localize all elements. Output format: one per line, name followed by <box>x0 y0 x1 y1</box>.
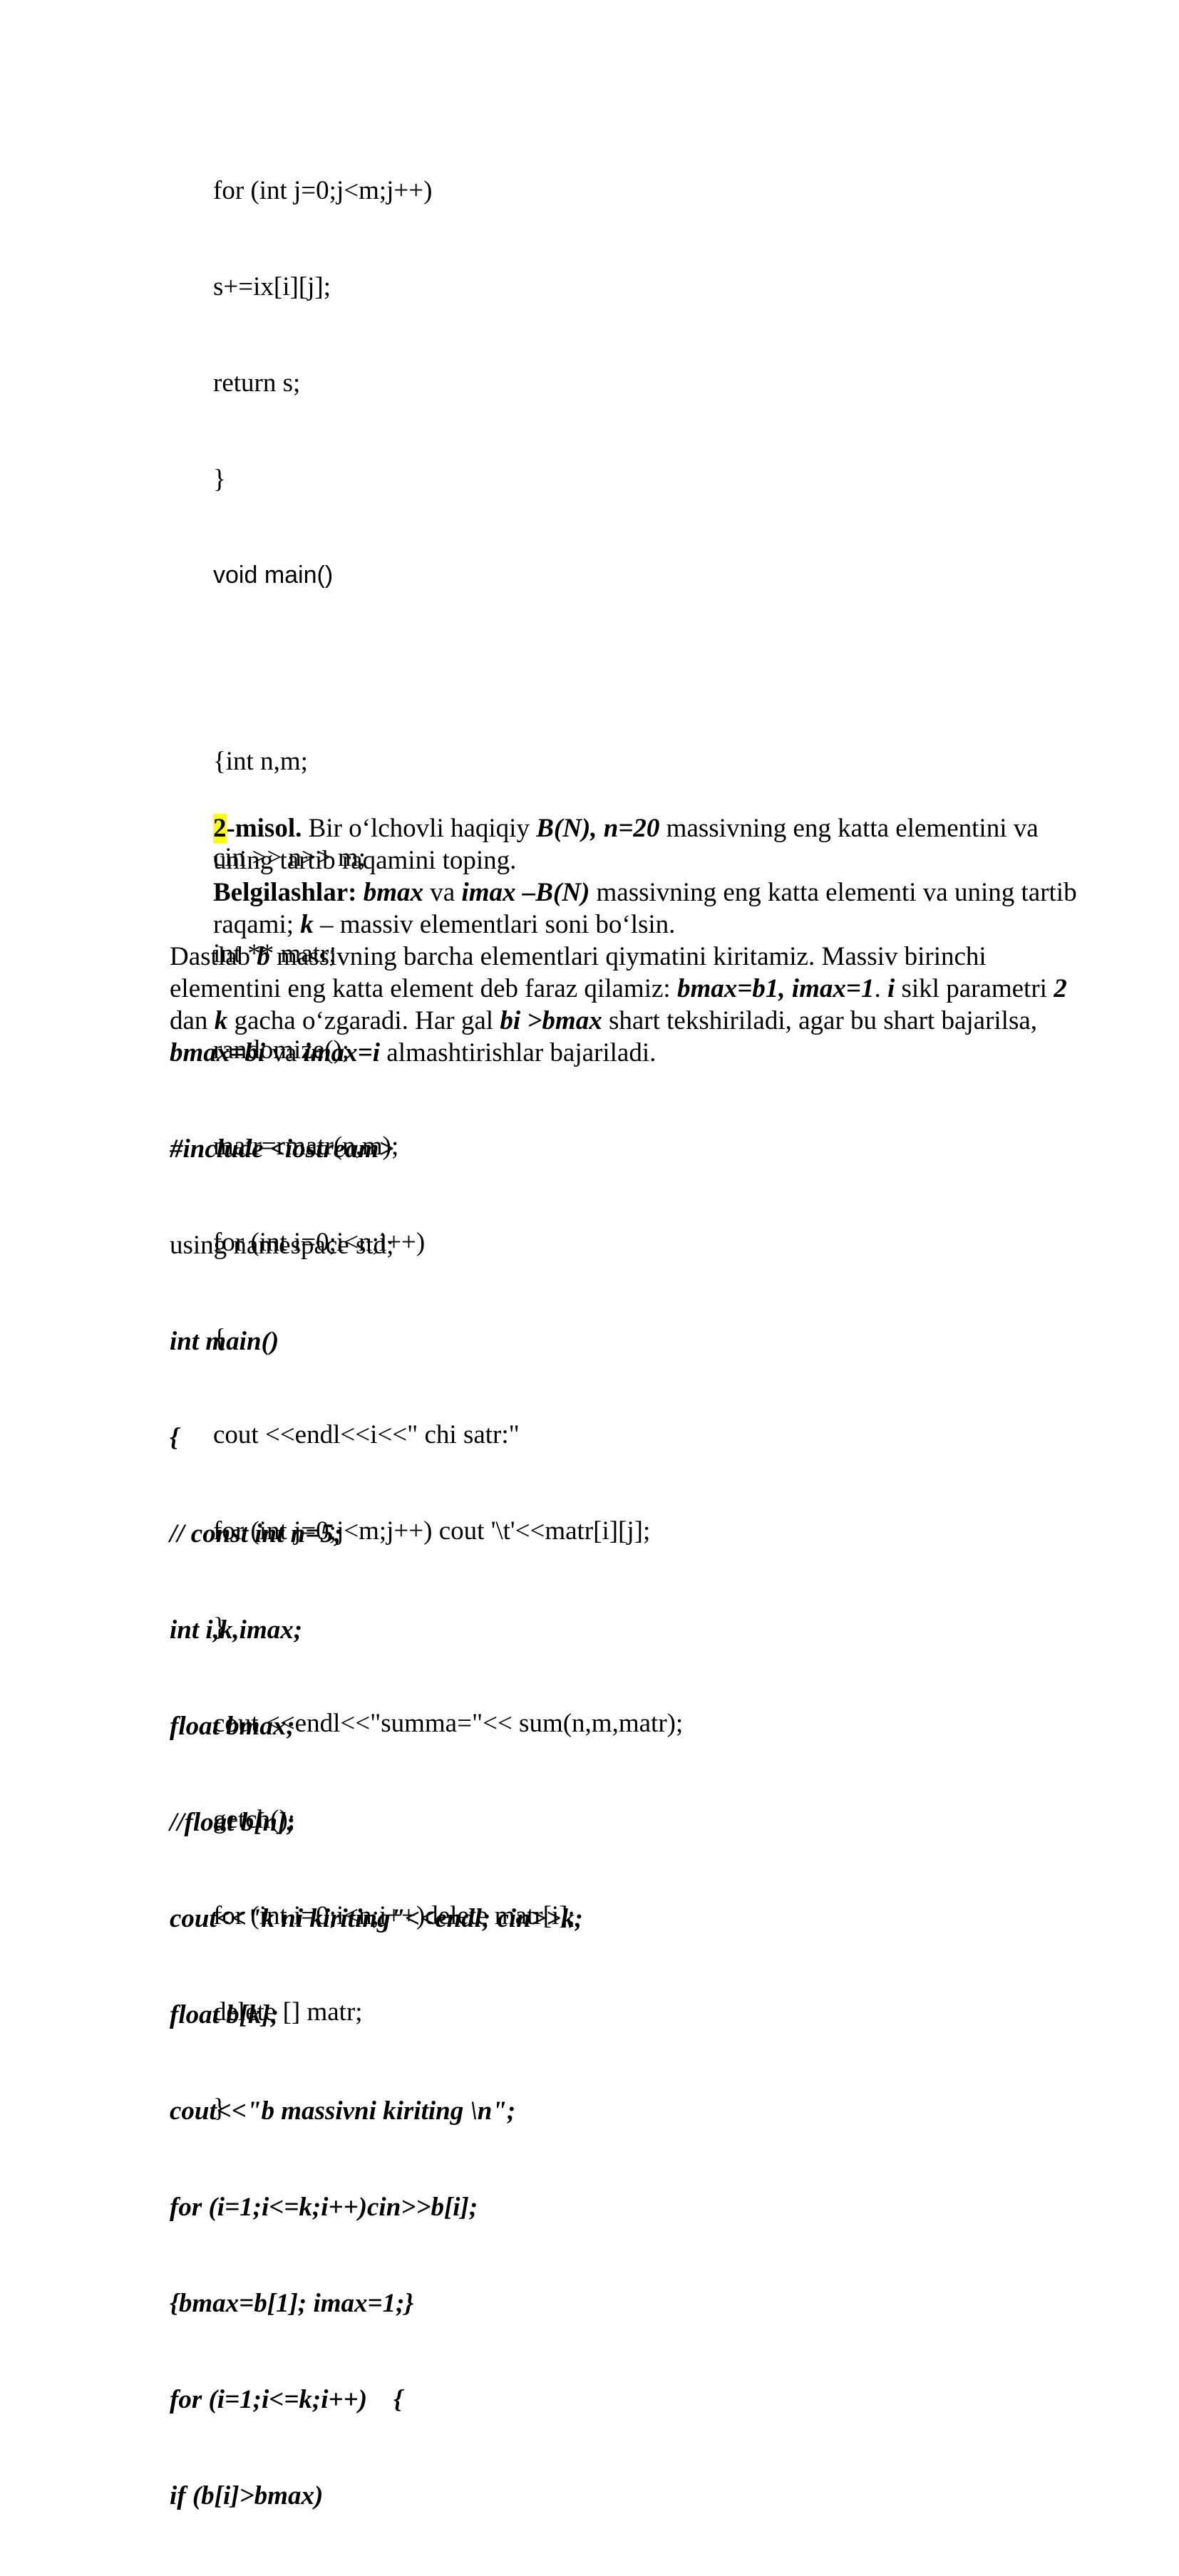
code-line: {bmax=b[1]; imax=1;} <box>170 2289 414 2318</box>
code-line: } <box>213 465 226 494</box>
notation-paragraph: Belgilashlar: bmax va imax –B(N) massivn… <box>213 878 1077 939</box>
code-line: // const int n=5; <box>170 1519 343 1548</box>
code-gap <box>213 656 683 681</box>
code-line: using namespace std; <box>170 1231 394 1260</box>
code-line: for (i=1;i<=k;i++)cin>>b[i]; <box>170 2193 478 2222</box>
code-line: for (int j=0;j<m;j++) <box>213 176 433 205</box>
code-line: int main() <box>170 1327 279 1356</box>
code-line: float bmax; <box>170 1712 295 1741</box>
code-line: cout<<"k ni kiriting"<<endl; cin>>k; <box>170 1904 583 1933</box>
code-line: cout<<"b massivni kiriting \n"; <box>170 2096 516 2126</box>
code-line: for (i=1;i<=k;i++) { <box>170 2385 403 2414</box>
example-title-paragraph: 2-misol. Bir o‘lchovli haqiqiy B(N), n=2… <box>213 814 1039 875</box>
code-line: {int n,m; <box>213 747 308 776</box>
code-line: s+=ix[i][j]; <box>213 272 331 301</box>
notation-label: Belgilashlar: <box>213 878 357 907</box>
code-line: #include <iostream> <box>170 1134 394 1164</box>
document-page: for (int j=0;j<m;j++) s+=ix[i][j]; retur… <box>0 0 1179 2510</box>
code-line: { <box>170 1423 179 1452</box>
code-line: int i,k,imax; <box>170 1615 303 1645</box>
algorithm-paragraph: Dastlab b massivning barcha elementlari … <box>170 942 1067 1067</box>
code-line-void-main: void main() <box>213 562 334 589</box>
code-line: if (b[i]>bmax) <box>170 2481 324 2510</box>
code-line: float b[k]; <box>170 2000 279 2029</box>
highlighted-number: 2 <box>213 814 227 843</box>
code-listing-bottom: #include <iostream> using namespace std;… <box>170 1069 1103 2576</box>
code-line: return s; <box>213 368 301 398</box>
example-label: -misol. <box>226 814 302 843</box>
example-section: 2-misol. Bir o‘lchovli haqiqiy B(N), n=2… <box>170 812 1103 2576</box>
code-line: //float b[n]; <box>170 1808 295 1837</box>
